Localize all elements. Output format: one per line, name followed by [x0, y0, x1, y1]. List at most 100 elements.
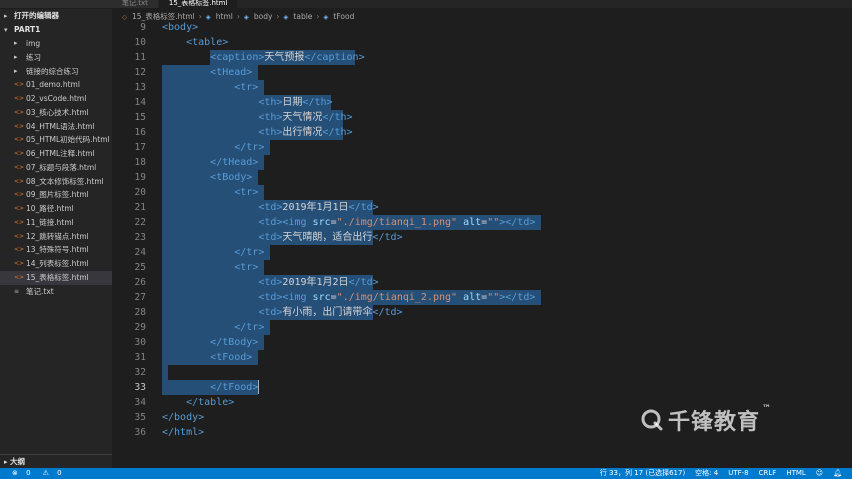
line-number: 32 [134, 367, 146, 378]
html-file-icon: <> [14, 81, 25, 89]
line-number: 36 [134, 427, 146, 438]
code-line: 17 </tr> [112, 140, 852, 155]
line-number: 12 [134, 67, 146, 78]
open-editors-section[interactable]: ▸ 打开的编辑器 [0, 9, 112, 23]
line-number: 9 [140, 22, 146, 33]
code-text: <td>天气晴朗，适合出行</td> [258, 232, 403, 243]
warnings-status[interactable]: ⚠ 0 [37, 468, 62, 479]
code-line: 27 <td><img src="./img/tianqi_2.png" alt… [112, 290, 852, 305]
file-item[interactable]: <> 06_HTML注释.html [0, 147, 112, 161]
file-item[interactable]: <> 12_跳转锚点.html [0, 230, 112, 244]
file-item[interactable]: <> 14_列表标签.html [0, 257, 112, 271]
file-item[interactable]: <> 02_vsCode.html [0, 92, 112, 106]
line-number: 21 [134, 202, 146, 213]
file-item[interactable]: <> 04_HTML语法.html [0, 120, 112, 134]
code-text: </tr> [234, 322, 265, 333]
open-editors-label: 打开的编辑器 [14, 11, 59, 20]
code-line: 15 <th>天气情况</th> [112, 110, 852, 125]
code-line: 13 <tr> [112, 80, 852, 95]
html-file-icon: <> [14, 122, 25, 130]
file-item[interactable]: <> 05_HTML初始代码.html [0, 133, 112, 147]
file-item[interactable]: <> 11_链接.html [0, 216, 112, 230]
code-line: 25 <tr> [112, 260, 852, 275]
bell-icon[interactable]: 🔔︎ [833, 468, 842, 479]
file-label: 05_HTML初始代码.html [26, 135, 110, 145]
file-label: 08_文本修饰标签.html [26, 176, 104, 186]
file-label: 04_HTML语法.html [26, 121, 95, 131]
code-text: <tBody> [210, 172, 253, 183]
file-item[interactable]: <> 08_文本修饰标签.html [0, 175, 112, 189]
line-number: 34 [134, 397, 146, 408]
html-file-icon: <> [14, 163, 25, 171]
file-label: 12_跳转锚点.html [26, 231, 89, 241]
line-number: 25 [134, 262, 146, 273]
code-text: <table> [186, 37, 229, 48]
errors-status[interactable]: ⊗ 0 [6, 468, 31, 479]
line-number: 29 [134, 322, 146, 333]
code-line: 28 <td>有小雨，出门请带伞</td> [112, 305, 852, 320]
code-line: 11 <caption>天气预报</caption> [112, 50, 852, 65]
file-tree: ▸ img ▸ 练习 ▸ 链接的综合练习 <> 01_demo.html <> 02_vsCode… [0, 37, 112, 298]
file-label: 03_核心技术.html [26, 107, 89, 117]
code-text: </tHead> [210, 157, 259, 168]
code-editor[interactable]: 9 <body> 10 <table> 11 <caption>天气预报</capti… [112, 20, 852, 468]
folder-label: img [26, 39, 41, 48]
code-text: <body> [162, 22, 199, 33]
sidebar-top-strip [0, 0, 112, 9]
eol-status[interactable]: CRLF [759, 468, 777, 479]
cursor-position[interactable]: 行 33，列 17 (已选择617) [600, 468, 685, 479]
watermark-logo: 千锋教育 ™ [640, 404, 772, 436]
code-text: <td><img src="./img/tianqi_2.png" alt=""… [258, 292, 536, 303]
code-line: 21 <td>2019年1月1日</td> [112, 200, 852, 215]
encoding-status[interactable]: UTF-8 [728, 468, 748, 479]
folder-item[interactable]: ▸ 链接的综合练习 [0, 65, 112, 79]
line-number: 26 [134, 277, 146, 288]
file-item[interactable]: <> 10_路径.html [0, 202, 112, 216]
status-bar: ⊗ 0 ⚠ 0 行 33，列 17 (已选择617) 空格: 4 UTF-8 C… [0, 468, 852, 479]
file-label: 10_路径.html [26, 204, 74, 213]
file-label: 09_图片标签.html [26, 190, 89, 200]
code-text: <td>2019年1月2日</td> [258, 277, 379, 288]
file-item[interactable]: <> 01_demo.html [0, 78, 112, 92]
logo-icon [641, 409, 663, 431]
file-item[interactable]: <> 09_图片标签.html [0, 188, 112, 202]
code-line: 33 </tFood> [112, 380, 852, 395]
html-file-icon: <> [14, 150, 25, 157]
folder-item[interactable]: ▸ img [0, 37, 112, 51]
html-file-icon: <> [14, 260, 25, 267]
folder-label: 链接的综合练习 [26, 66, 79, 76]
code-line: 19 <tBody> [112, 170, 852, 185]
language-mode[interactable]: HTML [786, 468, 805, 479]
file-label: 15_表格标签.html [26, 272, 89, 282]
html-file-icon: <> [14, 218, 25, 226]
code-line: 10 <table> [112, 35, 852, 50]
text-cursor [258, 380, 260, 394]
folder-item[interactable]: ▸ 练习 [0, 51, 112, 65]
html-file-icon: <> [14, 232, 25, 240]
file-item[interactable]: <> 15_表格标签.html [0, 270, 112, 285]
file-item[interactable]: <> 13_特殊符号.html [0, 243, 112, 257]
code-line: 30 </tBody> [112, 335, 852, 350]
file-item[interactable]: ≡ 笔记.txt [0, 285, 112, 299]
tab-table-tags[interactable]: 15_表格标签.html [158, 0, 238, 8]
line-number: 20 [134, 187, 146, 198]
code-text: <tr> [234, 187, 259, 198]
code-text: <tHead> [210, 67, 253, 78]
code-text: </tr> [234, 142, 265, 153]
line-number: 17 [134, 142, 146, 153]
code-text: <td><img src="./img/tianqi_1.png" alt=""… [258, 217, 536, 228]
outline-section[interactable]: ▸ 大纲 [0, 454, 112, 468]
code-text: <th>日期</th> [258, 97, 333, 108]
tab-notes[interactable]: 笔记.txt [112, 0, 158, 8]
file-item[interactable]: <> 07_标题与段落.html [0, 161, 112, 175]
project-section[interactable]: ▾ PART1 [0, 23, 112, 37]
chevron-right-icon: ▸ [14, 39, 18, 47]
file-item[interactable]: <> 03_核心技术.html [0, 106, 112, 120]
editor-tabs: 笔记.txt 15_表格标签.html [112, 0, 852, 8]
feedback-icon[interactable]: ☺ [816, 468, 823, 479]
code-text: <tr> [234, 82, 259, 93]
html-file-icon: <> [14, 273, 25, 281]
indentation-status[interactable]: 空格: 4 [695, 468, 718, 479]
line-number: 15 [134, 112, 146, 123]
code-line: 16 <th>出行情况</th> [112, 125, 852, 140]
